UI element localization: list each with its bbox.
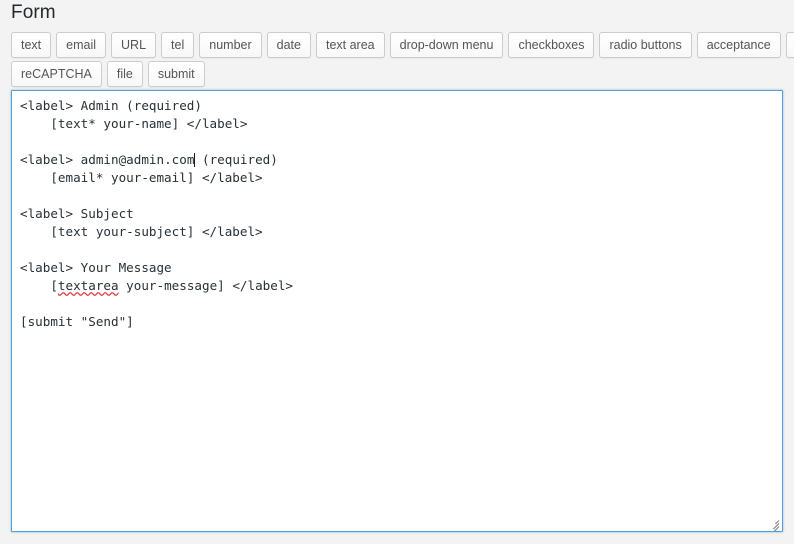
form-editor-page: Form text email URL tel number date text… <box>0 0 794 544</box>
tag-button-url[interactable]: URL <box>111 32 156 58</box>
code-line-11-suffix: your-message] </label> <box>119 278 293 293</box>
tag-button-tel[interactable]: tel <box>161 32 194 58</box>
code-line-4-email: admin@admin.com <box>81 152 195 167</box>
code-line-10: <label> Your Message <box>20 260 172 275</box>
tag-button-radio-buttons[interactable]: radio buttons <box>599 32 691 58</box>
code-line-7: <label> Subject <box>20 206 134 221</box>
form-tag-generator-toolbar: text email URL tel number date text area… <box>11 32 783 87</box>
tag-button-checkboxes[interactable]: checkboxes <box>508 32 594 58</box>
tag-button-submit[interactable]: submit <box>148 61 205 87</box>
tag-button-file[interactable]: file <box>107 61 143 87</box>
tag-button-text[interactable]: text <box>11 32 51 58</box>
tag-button-row-2: reCAPTCHA file submit <box>11 61 783 87</box>
code-line-5: [email* your-email] </label> <box>20 170 263 185</box>
code-line-4-suffix: (required) <box>194 152 277 167</box>
tag-button-email[interactable]: email <box>56 32 106 58</box>
tag-button-date[interactable]: date <box>267 32 311 58</box>
code-line-13: [submit "Send"] <box>20 314 134 329</box>
tag-button-number[interactable]: number <box>199 32 261 58</box>
code-line-11-prefix: [ <box>20 278 58 293</box>
form-template-code[interactable]: <label> Admin (required) [text* your-nam… <box>20 97 774 331</box>
page-title: Form <box>11 1 56 25</box>
tag-button-row-1: text email URL tel number date text area… <box>11 32 783 58</box>
misspelled-word: textarea <box>58 278 119 293</box>
tag-button-recaptcha[interactable]: reCAPTCHA <box>11 61 102 87</box>
code-line-8: [text your-subject] </label> <box>20 224 263 239</box>
tag-button-acceptance[interactable]: acceptance <box>697 32 781 58</box>
form-template-editor: <label> Admin (required) [text* your-nam… <box>11 90 783 532</box>
tag-button-text-area[interactable]: text area <box>316 32 385 58</box>
textarea-resize-handle[interactable] <box>767 516 780 529</box>
code-line-4-prefix: <label> <box>20 152 81 167</box>
tag-button-quiz[interactable]: quiz <box>786 32 794 58</box>
code-line-2: [text* your-name] </label> <box>20 116 247 131</box>
tag-button-drop-down-menu[interactable]: drop-down menu <box>390 32 504 58</box>
code-line-1: <label> Admin (required) <box>20 98 202 113</box>
form-template-textarea[interactable]: <label> Admin (required) [text* your-nam… <box>11 90 783 532</box>
